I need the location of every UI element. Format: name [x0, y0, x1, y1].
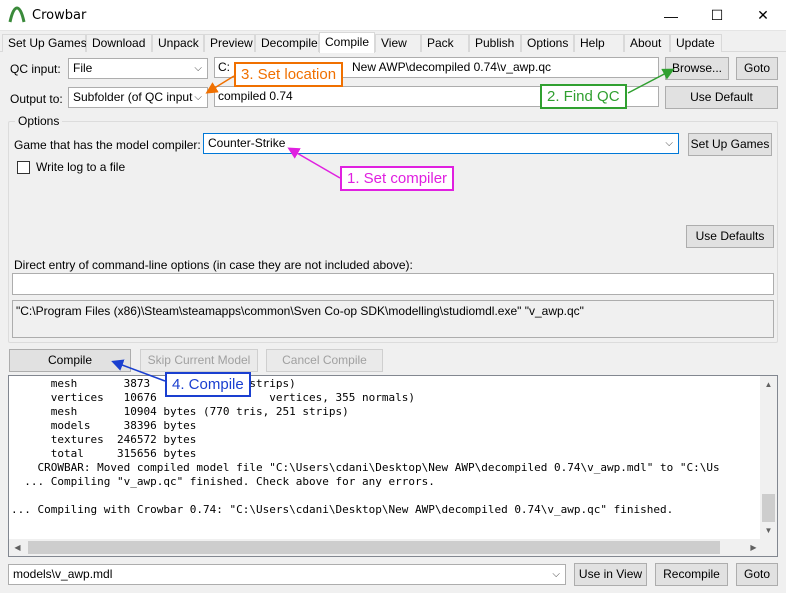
tab-decompile[interactable]: Decompile	[255, 34, 319, 52]
tab-options[interactable]: Options	[521, 34, 574, 52]
tab-compile[interactable]: Compile	[319, 32, 375, 53]
write-log-checkbox[interactable]	[17, 161, 30, 174]
compile-log[interactable]: mesh 3873 ris, 79 strips) vertices 10676…	[8, 375, 778, 557]
log-line: total 315656 bytes	[11, 447, 197, 460]
log-horizontal-scrollbar[interactable]: ◀ ▶	[9, 539, 762, 556]
step3-annotation: 3. Set location	[234, 62, 344, 87]
log-line: ... Compiling "v_awp.qc" finished. Check…	[11, 475, 435, 488]
scroll-up-icon[interactable]: ▲	[760, 376, 777, 393]
chevron-down-icon: ⌵	[552, 569, 560, 580]
qc-input-mode-select[interactable]: File ⌵	[68, 58, 208, 79]
tab-about[interactable]: About	[624, 34, 670, 52]
output-model-value: models\v_awp.mdl	[13, 567, 113, 581]
log-horizontal-thumb[interactable]	[28, 541, 720, 554]
tab-update[interactable]: Update	[670, 34, 722, 52]
scroll-down-icon[interactable]: ▼	[760, 522, 777, 539]
step2-annotation: 2. Find QC	[540, 84, 627, 109]
chevron-down-icon: ⌵	[194, 92, 202, 103]
tab-view[interactable]: View	[375, 34, 421, 52]
step1-annotation: 1. Set compiler	[340, 166, 455, 191]
log-line: CROWBAR: Moved compiled model file "C:\U…	[11, 461, 720, 474]
tab-download[interactable]: Download	[86, 34, 152, 52]
recompile-button[interactable]: Recompile	[655, 563, 728, 586]
tab-set-up-games[interactable]: Set Up Games	[2, 34, 87, 52]
tab-publish[interactable]: Publish	[469, 34, 521, 52]
minimize-button[interactable]: —	[648, 0, 694, 31]
log-line: textures 246572 bytes	[11, 433, 197, 446]
compile-button[interactable]: Compile	[9, 349, 131, 372]
game-compiler-select[interactable]: Counter-Strike ⌵	[203, 133, 679, 154]
compile-log-text: mesh 3873 ris, 79 strips) vertices 10676…	[9, 376, 777, 517]
window-title: Crowbar	[32, 8, 87, 23]
tab-preview[interactable]: Preview	[204, 34, 255, 52]
use-defaults-button[interactable]: Use Defaults	[686, 225, 774, 248]
log-line: vertices 10676 vertices, 355 normals)	[11, 391, 415, 404]
log-vertical-scrollbar[interactable]: ▲ ▼	[760, 376, 777, 539]
log-vertical-thumb[interactable]	[762, 494, 775, 522]
output-model-select[interactable]: models\v_awp.mdl ⌵	[8, 564, 566, 585]
log-line: models 38396 bytes	[11, 419, 197, 432]
close-button[interactable]: ✕	[740, 0, 786, 31]
scroll-corner	[760, 539, 777, 556]
command-preview-text: "C:\Program Files (x86)\Steam\steamapps\…	[12, 300, 774, 338]
scroll-left-icon[interactable]: ◀	[9, 539, 26, 556]
skip-current-model-button[interactable]: Skip Current Model	[140, 349, 258, 372]
direct-entry-input[interactable]	[12, 273, 774, 295]
options-group-label: Options	[15, 114, 63, 128]
crowbar-app-icon	[8, 6, 26, 23]
use-default-button[interactable]: Use Default	[665, 86, 778, 109]
browse-button[interactable]: Browse...	[665, 57, 729, 80]
tab-unpack[interactable]: Unpack	[152, 34, 204, 52]
maximize-icon: ☐	[710, 7, 724, 23]
output-goto-button[interactable]: Goto	[736, 563, 778, 586]
tab-pack[interactable]: Pack	[421, 34, 469, 52]
output-to-label: Output to:	[10, 92, 63, 106]
output-mode-select[interactable]: Subfolder (of QC input ⌵	[68, 87, 208, 108]
qc-input-mode-value: File	[73, 61, 93, 75]
step4-annotation: 4. Compile	[165, 372, 251, 397]
cancel-compile-button[interactable]: Cancel Compile	[266, 349, 383, 372]
log-line: ... Compiling with Crowbar 0.74: "C:\Use…	[11, 503, 674, 516]
maximize-button[interactable]: ☐	[694, 0, 740, 31]
qc-input-path-end: New AWP\decompiled 0.74\v_awp.qc	[352, 60, 551, 74]
qc-input-label: QC input:	[10, 62, 61, 76]
tab-help[interactable]: Help	[574, 34, 624, 52]
log-line: mesh 3873 ris, 79 strips)	[11, 377, 296, 390]
game-compiler-label: Game that has the model compiler:	[14, 138, 201, 152]
minimize-icon: —	[664, 7, 678, 24]
direct-entry-label: Direct entry of command-line options (in…	[14, 258, 413, 272]
output-mode-value: Subfolder (of QC input	[73, 90, 193, 104]
game-compiler-value: Counter-Strike	[208, 136, 286, 150]
qc-goto-button[interactable]: Goto	[736, 57, 778, 80]
chevron-down-icon: ⌵	[665, 138, 673, 149]
close-icon: ✕	[757, 7, 769, 23]
write-log-label: Write log to a file	[36, 160, 126, 174]
set-up-games-button[interactable]: Set Up Games	[688, 133, 772, 156]
qc-input-path-start: C:	[218, 60, 230, 74]
chevron-down-icon: ⌵	[194, 63, 202, 74]
log-line: mesh 10904 bytes (770 tris, 251 strips)	[11, 405, 349, 418]
use-in-view-button[interactable]: Use in View	[574, 563, 647, 586]
